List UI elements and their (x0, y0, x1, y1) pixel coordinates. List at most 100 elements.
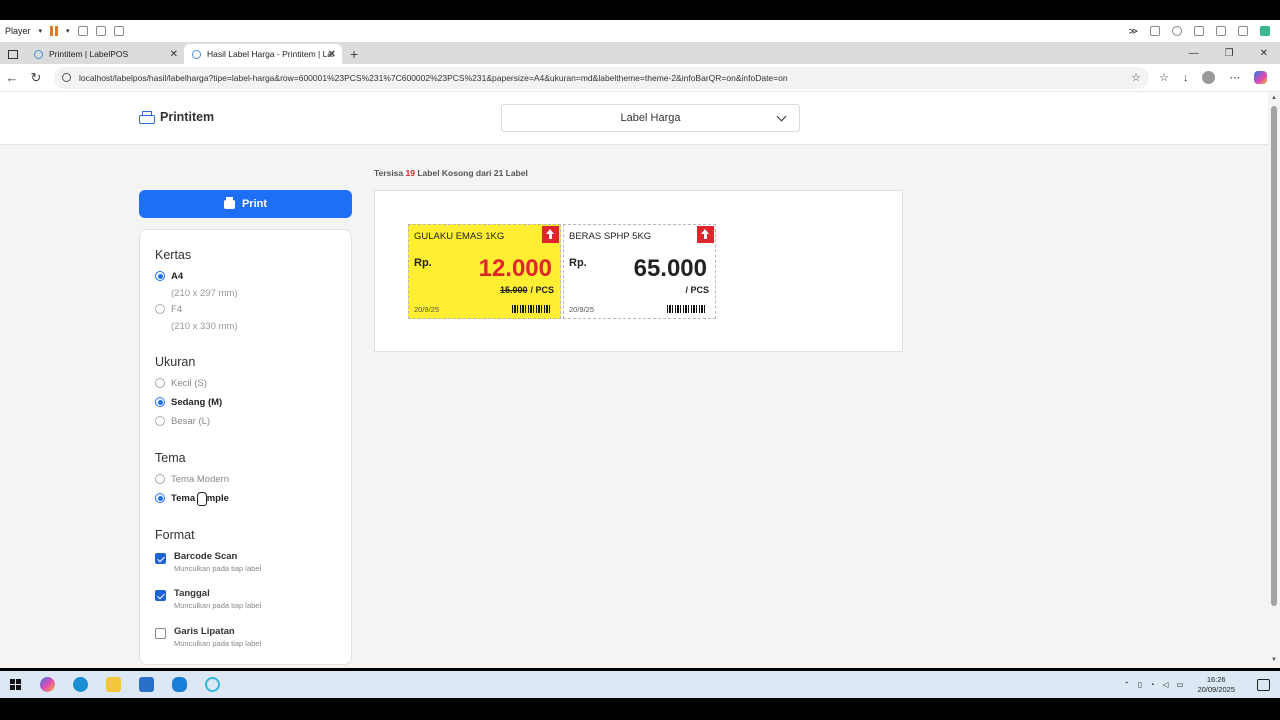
option-a4[interactable]: A4 (210 x 297 mm) (155, 271, 238, 299)
tab-hasil-label[interactable]: Hasil Label Harga - Printitem | Lal ✕ (184, 44, 342, 64)
cd-icon[interactable] (1172, 26, 1182, 36)
device-icon[interactable] (1150, 26, 1160, 36)
audio-icon[interactable] (1216, 26, 1226, 36)
checkbox[interactable] (155, 628, 166, 639)
tab-title: Hasil Label Harga - Printitem | Lal (207, 49, 334, 59)
app-header: Printitem Label Harga (0, 92, 1268, 145)
copilot-app-icon[interactable] (40, 677, 55, 692)
select-value: Label Harga (620, 112, 681, 124)
label-type-select[interactable]: Label Harga (501, 104, 800, 132)
status-prefix: Tersisa (374, 168, 404, 178)
radio[interactable] (155, 474, 165, 484)
radio-selected[interactable] (155, 271, 165, 281)
file-explorer-icon[interactable] (106, 677, 121, 692)
chevron-down-icon[interactable]: ▾ (39, 27, 43, 35)
message-icon[interactable] (1260, 26, 1270, 36)
store-icon[interactable] (172, 677, 187, 692)
fullscreen-icon[interactable] (95, 26, 106, 36)
url-field[interactable]: localhost/labelpos/hasil/labelharga?tipe… (54, 66, 1149, 89)
new-tab-button[interactable]: + (342, 46, 366, 64)
format-tanggal[interactable]: Tanggal Munculkan pada tiap label (155, 588, 261, 610)
window-menu-icon[interactable] (8, 50, 18, 59)
format-barcode[interactable]: Barcode Scan Munculkan pada tiap label (155, 551, 261, 573)
notification-icon[interactable] (1257, 678, 1270, 691)
arrow-up-icon (542, 226, 559, 243)
refresh-icon[interactable]: ↻ (24, 70, 48, 86)
radio[interactable] (155, 416, 165, 426)
option-sub: (210 x 297 mm) (171, 288, 238, 299)
product-name: GULAKU EMAS 1KG (414, 231, 505, 242)
download-icon[interactable]: ↓ (1183, 72, 1189, 84)
option-sedang[interactable]: Sedang (M) (155, 397, 222, 408)
windows-start-icon[interactable] (10, 678, 22, 691)
usb-icon[interactable] (1238, 26, 1248, 36)
scroll-down-icon[interactable]: ▼ (1271, 657, 1277, 663)
info-icon[interactable] (62, 73, 71, 82)
printer-icon (223, 196, 235, 209)
pause-icon[interactable] (50, 26, 59, 36)
chevron-up-icon[interactable]: ⌃ (1124, 680, 1130, 689)
forward-icon[interactable]: ≫ (1129, 26, 1138, 37)
print-button[interactable]: Print (139, 190, 352, 218)
player-menu[interactable]: Player (5, 26, 31, 36)
close-icon[interactable]: ✕ (328, 49, 336, 60)
format-garis-lipatan[interactable]: Garis Lipatan Munculkan pada tiap label (155, 626, 261, 648)
option-label: Tema Modern (171, 474, 230, 485)
checkbox-label: Barcode Scan (174, 551, 238, 562)
option-tema-simple[interactable]: Tema Simple (155, 493, 229, 504)
chevron-down-icon (776, 111, 787, 122)
back-icon[interactable]: ← (0, 70, 24, 85)
price-label: GULAKU EMAS 1KG Rp. 12.000 15.000/ PCS 2… (408, 224, 561, 319)
profile-icon[interactable] (1202, 71, 1216, 84)
scrollbar-thumb[interactable] (1271, 106, 1277, 606)
checkbox-checked[interactable] (155, 590, 166, 601)
close-window-icon[interactable]: ✕ (1260, 48, 1268, 59)
mail-icon[interactable] (139, 677, 154, 692)
star-icon[interactable]: ☆ (1131, 71, 1141, 84)
more-icon[interactable]: ⋯ (1229, 71, 1240, 84)
option-f4[interactable]: F4 (210 x 330 mm) (155, 304, 238, 332)
globe-icon (34, 49, 43, 59)
volume-icon[interactable]: ◁ (1163, 680, 1169, 689)
network-icon[interactable] (1194, 26, 1204, 36)
price: 12.000 (478, 255, 552, 282)
radio-selected[interactable] (155, 397, 165, 407)
unity-icon[interactable] (113, 26, 124, 36)
checkbox-sub: Munculkan pada tiap label (174, 601, 262, 610)
network-icon[interactable]: ▯ (1138, 680, 1142, 689)
barcode (667, 305, 707, 313)
clock[interactable]: 16:26 20/09/2025 (1197, 675, 1235, 695)
url-text: localhost/labelpos/hasil/labelharga?tipe… (79, 72, 788, 83)
chevron-down-icon[interactable]: ▾ (66, 27, 70, 35)
option-besar[interactable]: Besar (L) (155, 416, 210, 427)
section-title-tema: Tema (155, 451, 186, 465)
copilot-icon[interactable] (1254, 71, 1268, 84)
radio[interactable] (155, 378, 165, 388)
keyboard-icon[interactable]: ▭ (1176, 680, 1183, 689)
option-tema-modern[interactable]: Tema Modern (155, 474, 229, 485)
old-price: 15.000 (499, 285, 528, 295)
arrow-up-icon (697, 226, 714, 243)
option-kecil[interactable]: Kecil (S) (155, 378, 207, 389)
favorites-icon[interactable]: ☆ (1159, 71, 1169, 84)
wifi-icon[interactable]: ◔ (1150, 680, 1155, 689)
section-title-format: Format (155, 528, 195, 542)
vm-player-bar: Player ▾ ▾ ≫ (0, 20, 1280, 42)
globe-icon (192, 49, 201, 59)
scroll-up-icon[interactable]: ▲ (1271, 95, 1277, 101)
checkbox-checked[interactable] (155, 553, 166, 564)
page-scrollbar[interactable]: ▲ ▼ (1268, 92, 1280, 668)
option-label: Kecil (S) (171, 378, 207, 389)
app-icon[interactable] (205, 677, 220, 692)
radio-selected[interactable] (155, 493, 165, 503)
tab-labelpos[interactable]: Printitem | LabelPOS ✕ (26, 44, 184, 64)
restore-icon[interactable]: ❐ (1225, 48, 1234, 59)
system-tray: ⌃ ▯ ◔ ◁ ▭ 16:26 20/09/2025 (1124, 675, 1280, 695)
send-keys-icon[interactable] (77, 26, 88, 36)
edge-icon[interactable] (73, 677, 88, 692)
unit: / PCS (530, 285, 554, 295)
brand[interactable]: Printitem (139, 110, 214, 124)
minimize-icon[interactable]: — (1189, 48, 1199, 59)
radio[interactable] (155, 304, 165, 314)
close-icon[interactable]: ✕ (170, 49, 178, 60)
